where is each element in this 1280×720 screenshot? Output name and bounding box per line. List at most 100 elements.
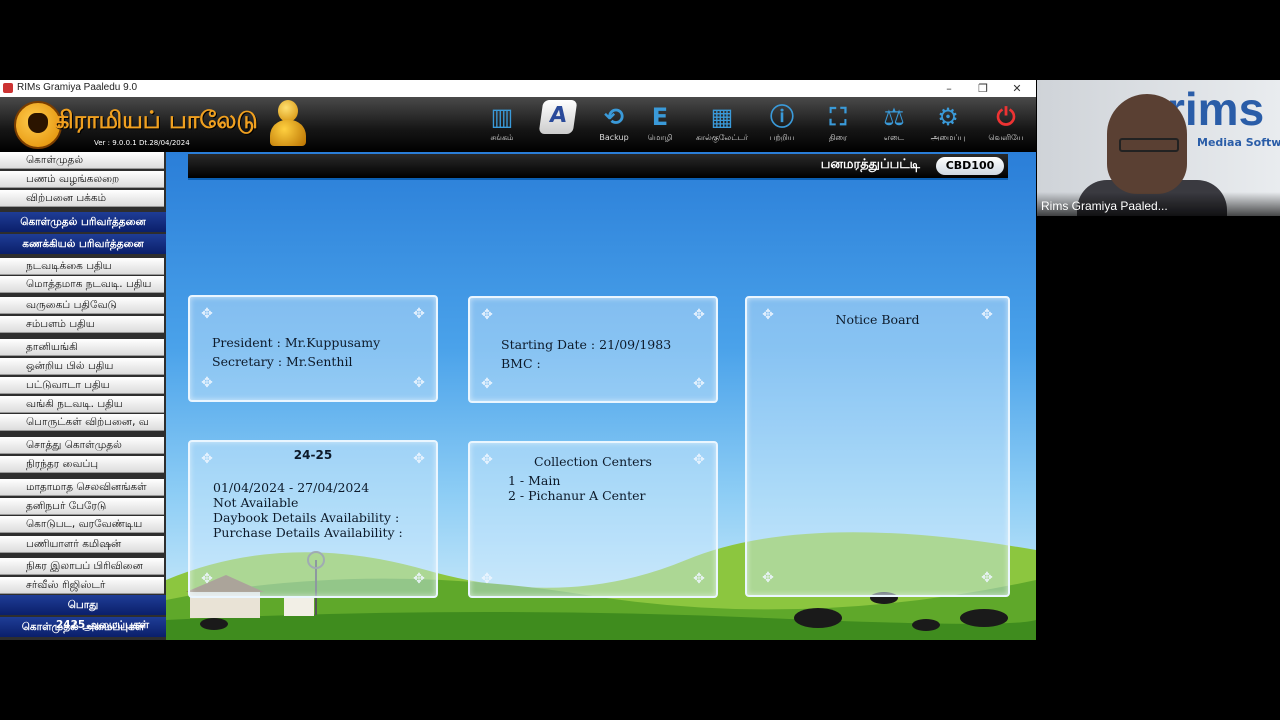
settings-icon: ⚙: [937, 103, 959, 131]
sidebar-item[interactable]: கொள்முதல்: [0, 152, 164, 169]
toolbar-label: எடை: [883, 133, 905, 142]
toolbar-label: கால்குலேட்டர்: [695, 133, 749, 142]
starting-date-card: ✥ ✥ ✥ ✥ Starting Date : 21/09/1983 BMC :: [468, 296, 718, 403]
logo-text: கிராமியப் பாலேடு: [54, 105, 258, 134]
settings-label: அமைப்புகள்: [87, 619, 150, 631]
pin-icon: ✥: [413, 375, 425, 391]
app-window: RIMs Gramiya Paaledu 9.0 – ❐ ✕ கிராமியப்…: [0, 80, 1036, 640]
sidebar-item[interactable]: பொருட்கள் விற்பனை, வ: [0, 414, 164, 431]
dashboard: பனமரத்துப்பட்டி CBD100 ✥ ✥ ✥ ✥ President…: [166, 152, 1036, 640]
sidebar-section-header[interactable]: பொது: [0, 595, 166, 615]
sidebar-item[interactable]: தனிநபர் பேரேடு: [0, 498, 164, 515]
availability-status: Not Available: [213, 495, 299, 510]
secretary-text: Secretary : Mr.Senthil: [212, 354, 353, 369]
app-logo: கிராமியப் பாலேடு Ver : 9.0.0.1 Dt.28/04/…: [14, 99, 258, 149]
bmc-text: BMC :: [501, 356, 541, 371]
building-icon: ▥: [490, 103, 514, 131]
power-button[interactable]: ⏻ வெளியே: [978, 97, 1034, 152]
info-button[interactable]: ⓘ பற்றிய: [754, 97, 810, 152]
app-icon: [3, 83, 13, 93]
sidebar-item[interactable]: சம்பளம் பதிய: [0, 316, 164, 333]
app-header: கிராமியப் பாலேடு Ver : 9.0.0.1 Dt.28/04/…: [0, 97, 1036, 152]
brand-subtitle: Mediaa Software: [1197, 136, 1280, 149]
pin-icon: ✥: [481, 307, 493, 323]
date-range-text: 01/04/2024 - 27/04/2024: [213, 480, 370, 495]
collection-center-item[interactable]: 1 - Main: [508, 473, 560, 488]
screen-button[interactable]: ⛶ திரை: [810, 97, 866, 152]
collection-center-item[interactable]: 2 - Pichanur A Center: [508, 488, 646, 503]
year-overlay: 2425: [56, 619, 86, 631]
president-card: ✥ ✥ ✥ ✥ President : Mr.Kuppusamy Secreta…: [188, 295, 438, 402]
branch-title-bar: பனமரத்துப்பட்டி CBD100: [188, 154, 1008, 180]
sidebar-item[interactable]: வருகைப் பதிவேடு: [0, 297, 164, 314]
sidebar-item[interactable]: கொடுபட, வரவேண்டிய: [0, 516, 164, 533]
sidebar-section-header[interactable]: கணக்கியல் பரிவர்த்தனை: [0, 234, 166, 254]
sidebar-item[interactable]: பட்டுவாடா பதிய: [0, 377, 164, 394]
sidebar-overlay-label: 2425 அமைப்புகள்: [56, 619, 149, 632]
weight-button[interactable]: ⚖ எடை: [866, 97, 922, 152]
sidebar-item[interactable]: தானியங்கி: [0, 339, 164, 356]
sidebar-item[interactable]: நிகர இலாபப் பிரிவினை: [0, 558, 164, 575]
keyboard-a-button[interactable]: A: [530, 97, 586, 152]
pin-icon: ✥: [762, 570, 774, 586]
settings-button[interactable]: ⚙ அமைப்பு: [920, 97, 976, 152]
glasses-icon: [1119, 138, 1179, 152]
notice-board-card: ✥ ✥ ✥ ✥ Notice Board: [745, 296, 1010, 597]
toolbar-label: பற்றிய: [769, 133, 795, 142]
collection-centers-card: ✥ ✥ ✥ ✥ Collection Centers 1 - Main 2 - …: [468, 441, 718, 598]
sidebar-item[interactable]: மாதாமாத செலவினங்கள்: [0, 479, 164, 496]
sidebar-item[interactable]: நடவடிக்கை பதிய: [0, 258, 164, 275]
calculator-icon: ▦: [710, 103, 734, 131]
building-button[interactable]: ▥ சங்கம்: [474, 97, 530, 152]
pin-icon: ✥: [693, 376, 705, 392]
sidebar-item[interactable]: ஒன்றிய பில் பதிய: [0, 358, 164, 375]
sidebar-item[interactable]: பணம் வழங்கலறை: [0, 171, 164, 188]
minimize-button[interactable]: –: [932, 80, 966, 97]
restore-button[interactable]: ❐: [966, 80, 1000, 97]
sidebar-section-header[interactable]: கொள்முதல் பரிவர்த்தனை: [0, 212, 166, 232]
pin-icon: ✥: [413, 571, 425, 587]
presenter-name: Rims Gramiya Paaled...: [1037, 192, 1280, 216]
starting-date-text: Starting Date : 21/09/1983: [501, 337, 672, 352]
pin-icon: ✥: [201, 571, 213, 587]
pin-icon: ✥: [981, 570, 993, 586]
window-title: RIMs Gramiya Paaledu 9.0: [17, 82, 138, 93]
sidebar-item[interactable]: பணியாளர் கமிஷன்: [0, 536, 164, 553]
keyboard-a-icon: A: [538, 100, 578, 134]
info-icon: ⓘ: [770, 103, 794, 131]
screen-icon: ⛶: [829, 103, 847, 131]
sidebar-item[interactable]: சர்வீஸ் ரிஜிஸ்டர்: [0, 577, 164, 594]
title-bar: RIMs Gramiya Paaledu 9.0 – ❐ ✕: [0, 80, 1036, 98]
weight-icon: ⚖: [883, 103, 905, 131]
branch-code-badge[interactable]: CBD100: [936, 157, 1004, 175]
financial-year: 24-25: [293, 448, 333, 462]
financial-year-card: ✥ ✥ ✥ ✥ 24-25 01/04/2024 - 27/04/2024 No…: [188, 440, 438, 598]
pin-icon: ✥: [201, 306, 213, 322]
version-label: Ver : 9.0.0.1 Dt.28/04/2024: [94, 139, 190, 147]
power-icon: ⏻: [996, 103, 1016, 131]
sidebar-item[interactable]: மொத்தமாக நடவடி. பதிய: [0, 276, 164, 293]
toolbar-label: மொழி: [647, 133, 673, 142]
toolbar-label: சங்கம்: [490, 133, 514, 142]
daybook-availability: Daybook Details Availability :: [213, 510, 400, 525]
sidebar: கொள்முதல் பணம் வழங்கலறை விற்பனை பக்கம் கொள்…: [0, 152, 166, 640]
user-icon[interactable]: [268, 100, 308, 148]
purchase-availability: Purchase Details Availability :: [213, 525, 403, 540]
language-button[interactable]: E மொழி: [632, 97, 688, 152]
collection-centers-title: Collection Centers: [534, 454, 652, 469]
branch-name: பனமரத்துப்பட்டி: [820, 157, 920, 172]
toolbar-label: திரை: [828, 133, 848, 142]
pin-icon: ✥: [693, 307, 705, 323]
sidebar-item[interactable]: நிரந்தர வைப்பு: [0, 456, 164, 473]
calculator-button[interactable]: ▦ கால்குலேட்டர்: [694, 97, 750, 152]
backup-icon: ⟲: [603, 103, 625, 131]
toolbar-label: வெளியே: [988, 133, 1024, 142]
sidebar-item[interactable]: விற்பனை பக்கம்: [0, 190, 164, 207]
sidebar-item[interactable]: வங்கி நடவடி. பதிய: [0, 396, 164, 413]
pin-icon: ✥: [413, 306, 425, 322]
president-text: President : Mr.Kuppusamy: [212, 335, 381, 350]
close-button[interactable]: ✕: [1000, 80, 1034, 97]
notice-board-title: Notice Board: [835, 312, 920, 327]
sidebar-item[interactable]: சொத்து கொள்முதல்: [0, 437, 164, 454]
language-icon: E: [651, 103, 669, 131]
